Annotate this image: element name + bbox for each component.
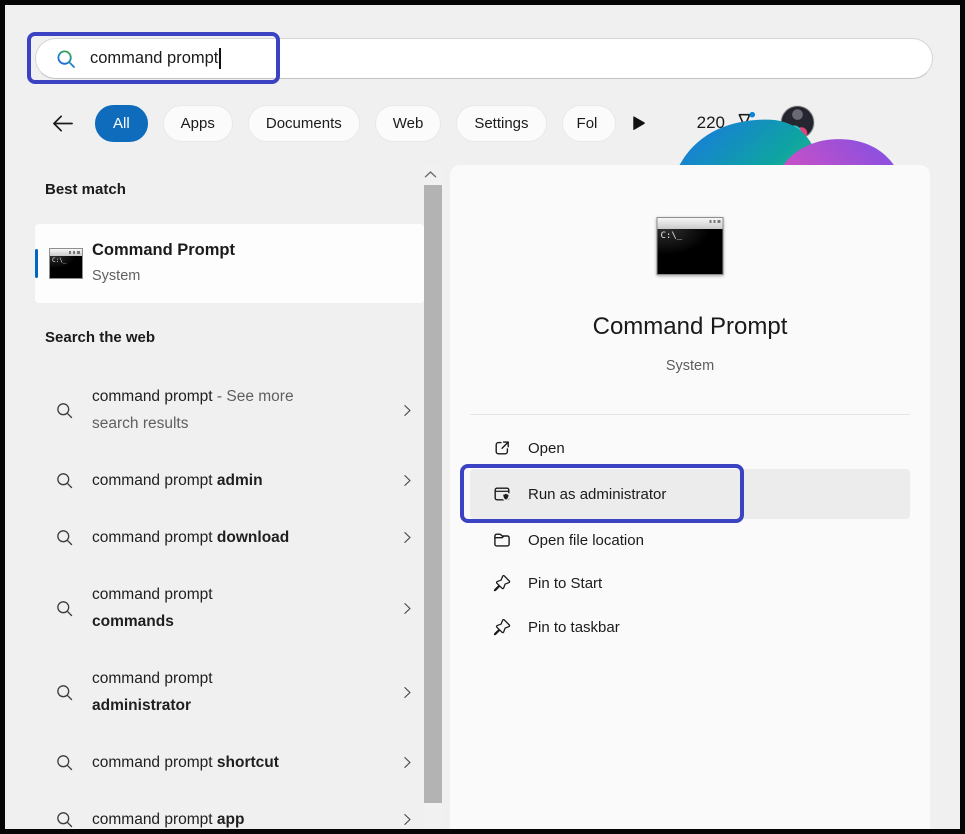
tab-all[interactable]: All bbox=[95, 105, 148, 142]
search-icon bbox=[55, 48, 77, 70]
context-action-label: Pin to taskbar bbox=[528, 619, 620, 636]
preview-app-subtitle: System bbox=[450, 358, 930, 374]
search-icon bbox=[55, 683, 74, 702]
chevron-right-icon[interactable] bbox=[400, 473, 415, 488]
web-suggestion-label: command prompt - See moresearch results bbox=[92, 383, 381, 437]
pin-icon bbox=[492, 573, 512, 593]
search-icon bbox=[55, 599, 74, 618]
chevron-right-icon[interactable] bbox=[400, 530, 415, 545]
filter-tabs-row: All Apps Documents Web Settings Fol 220 bbox=[5, 99, 960, 147]
best-match-title: Command Prompt bbox=[92, 241, 235, 260]
best-match-heading: Best match bbox=[45, 181, 126, 198]
search-icon bbox=[55, 528, 74, 547]
web-suggestion-label: command promptcommands bbox=[92, 581, 381, 635]
folder-icon bbox=[492, 530, 512, 550]
web-suggestion-row[interactable]: command promptcommands bbox=[35, 566, 425, 650]
web-suggestion-label: command prompt admin bbox=[92, 467, 381, 494]
action-open[interactable]: Open bbox=[470, 427, 910, 469]
search-icon bbox=[55, 753, 74, 772]
web-suggestions-list: command prompt - See moresearch results … bbox=[35, 368, 425, 834]
open-external-icon bbox=[492, 438, 512, 458]
command-prompt-app-icon-large: C:\_ bbox=[657, 217, 724, 275]
action-pin-to-taskbar[interactable]: Pin to taskbar bbox=[470, 605, 910, 649]
selection-accent-bar bbox=[35, 249, 38, 278]
command-prompt-app-icon: C:\_ bbox=[49, 248, 83, 279]
chevron-right-icon[interactable] bbox=[400, 601, 415, 616]
admin-shield-icon bbox=[492, 484, 512, 504]
results-scrollbar[interactable] bbox=[424, 165, 442, 829]
action-run-as-administrator[interactable]: Run as administrator bbox=[470, 469, 910, 519]
best-match-subtitle: System bbox=[92, 268, 140, 284]
tab-apps[interactable]: Apps bbox=[163, 105, 233, 142]
search-icon bbox=[55, 810, 74, 829]
context-action-label: Open file location bbox=[528, 532, 644, 549]
web-suggestion-row[interactable]: command promptadministrator bbox=[35, 650, 425, 734]
chevron-right-icon[interactable] bbox=[400, 755, 415, 770]
preview-app-title: Command Prompt bbox=[450, 313, 930, 341]
web-suggestion-row[interactable]: command prompt download bbox=[35, 509, 425, 566]
preview-panel: C:\_ Command Prompt System Open Run as a… bbox=[450, 165, 930, 834]
web-suggestion-label: command prompt app bbox=[92, 806, 381, 833]
pin-icon bbox=[492, 617, 512, 637]
filter-tabs: All Apps Documents Web Settings Fol bbox=[95, 105, 616, 142]
search-query-text: command prompt bbox=[90, 49, 218, 68]
web-suggestion-label: command prompt shortcut bbox=[92, 749, 381, 776]
scrollbar-thumb[interactable] bbox=[424, 185, 442, 803]
tab-web[interactable]: Web bbox=[375, 105, 442, 142]
search-the-web-heading: Search the web bbox=[45, 329, 155, 346]
context-action-label: Open bbox=[528, 440, 565, 457]
tab-documents[interactable]: Documents bbox=[248, 105, 360, 142]
scrollbar-up-button[interactable] bbox=[424, 165, 437, 184]
search-icon bbox=[55, 471, 74, 490]
chevron-up-icon bbox=[424, 170, 437, 179]
web-suggestion-label: command promptadministrator bbox=[92, 665, 381, 719]
best-match-result[interactable]: C:\_ Command Prompt System bbox=[35, 224, 424, 303]
windows-search-panel: command prompt All Apps Documents Web Se… bbox=[0, 0, 965, 834]
context-action-label: Run as administrator bbox=[528, 486, 666, 503]
back-button[interactable] bbox=[47, 108, 77, 138]
action-pin-to-start[interactable]: Pin to Start bbox=[470, 561, 910, 605]
action-open-file-location[interactable]: Open file location bbox=[470, 519, 910, 561]
chevron-right-icon[interactable] bbox=[400, 685, 415, 700]
chevron-right-icon[interactable] bbox=[400, 812, 415, 827]
search-input[interactable]: command prompt bbox=[35, 38, 933, 79]
context-actions-list: Open Run as administrator Open file loca… bbox=[450, 427, 930, 649]
web-suggestion-row[interactable]: command prompt shortcut bbox=[35, 734, 425, 791]
context-action-label: Pin to Start bbox=[528, 575, 602, 592]
chevron-right-icon[interactable] bbox=[400, 403, 415, 418]
web-suggestion-row[interactable]: command prompt admin bbox=[35, 452, 425, 509]
text-cursor bbox=[219, 48, 221, 69]
web-suggestion-row[interactable]: command prompt - See moresearch results bbox=[35, 368, 425, 452]
web-suggestion-label: command prompt download bbox=[92, 524, 381, 551]
divider bbox=[470, 414, 910, 415]
search-icon bbox=[55, 401, 74, 420]
web-suggestion-row[interactable]: command prompt app bbox=[35, 791, 425, 834]
back-arrow-icon bbox=[49, 110, 76, 137]
tab-settings[interactable]: Settings bbox=[456, 105, 546, 142]
